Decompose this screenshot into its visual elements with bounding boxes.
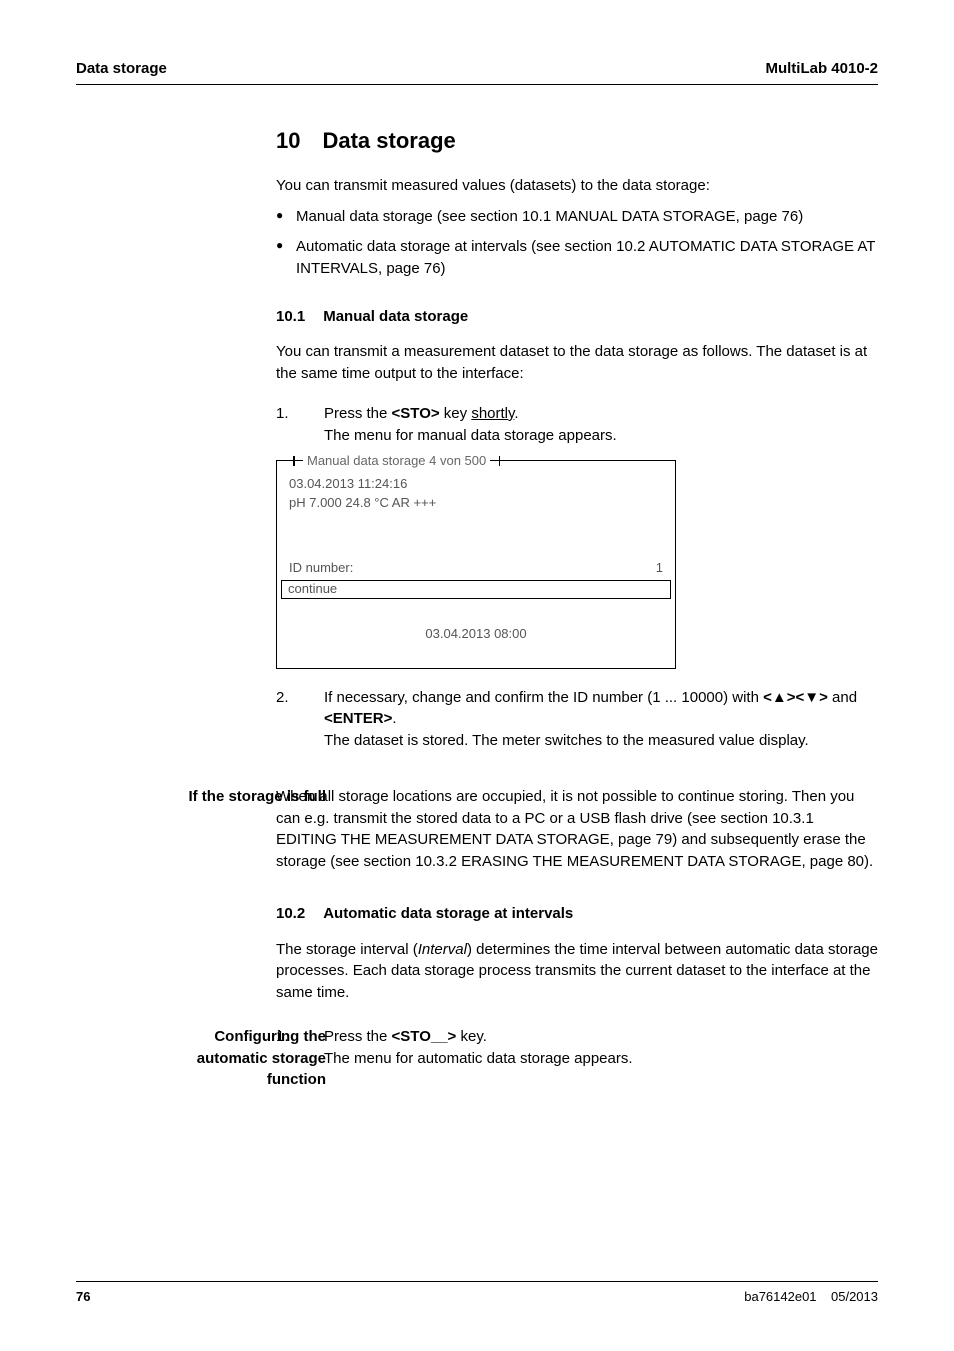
page-number: 76: [76, 1288, 90, 1307]
footer-rule: [76, 1281, 878, 1282]
device-title: Manual data storage 4 von 500: [303, 452, 490, 471]
step-number: 2.: [276, 687, 324, 752]
header-right: MultiLab 4010-2: [765, 58, 878, 80]
section-title: Manual data storage: [323, 308, 468, 325]
key-arrows: <▲><▼>: [763, 689, 828, 706]
section-10-2-heading: 10.2 Automatic data storage at intervals: [276, 903, 878, 925]
id-label: ID number:: [289, 559, 353, 578]
section-para: The storage interval (Interval) determin…: [276, 939, 878, 1004]
device-line-timestamp: 03.04.2013 11:24:16: [289, 475, 663, 494]
bullet-item: Automatic data storage at intervals (see…: [276, 236, 878, 280]
key-enter: <ENTER>: [324, 710, 392, 727]
step-body: If necessary, change and confirm the ID …: [324, 687, 878, 752]
header-left: Data storage: [76, 58, 167, 80]
bullet-list: Manual data storage (see section 10.1 MA…: [276, 206, 878, 279]
side-label-storage-full: If the storage is full: [152, 786, 338, 808]
step-1-auto: 1. Press the <STO__> key. The menu for a…: [276, 1026, 878, 1070]
step-number: 1.: [276, 403, 324, 447]
continue-row: continue: [281, 580, 671, 599]
step-1: 1. Press the <STO> key shortly. The menu…: [276, 403, 878, 447]
side-label-configuring: Configuring the automatic storage functi…: [152, 1026, 338, 1091]
chapter-heading: 10 Data storage: [276, 125, 878, 157]
device-footer-timestamp: 03.04.2013 08:00: [277, 625, 675, 644]
section-title: Automatic data storage at intervals: [323, 905, 573, 922]
key-sto: <STO>: [392, 405, 440, 422]
intro-text: You can transmit measured values (datase…: [276, 175, 878, 197]
id-value: 1: [656, 559, 663, 578]
page-footer: 76 ba76142e01 05/2013: [76, 1281, 878, 1307]
chapter-title: Data storage: [322, 128, 455, 153]
section-para: You can transmit a measurement dataset t…: [276, 341, 878, 385]
step-body: Press the <STO__> key. The menu for auto…: [324, 1026, 878, 1070]
key-sto-long: <STO__>: [392, 1028, 457, 1045]
section-number: 10.2: [276, 903, 305, 925]
header-rule: [76, 84, 878, 85]
step-2: 2. If necessary, change and confirm the …: [276, 687, 878, 752]
page-header: Data storage MultiLab 4010-2: [76, 58, 878, 80]
section-10-1-heading: 10.1 Manual data storage: [276, 306, 878, 328]
section-number: 10.1: [276, 306, 305, 328]
footer-right: ba76142e01 05/2013: [744, 1288, 878, 1307]
chapter-number: 10: [276, 125, 300, 157]
step-body: Press the <STO> key shortly. The menu fo…: [324, 403, 878, 447]
interval-italic: Interval: [418, 941, 467, 958]
device-line-reading: pH 7.000 24.8 °C AR +++: [289, 494, 663, 513]
storage-full-para: When all storage locations are occupied,…: [276, 786, 878, 873]
device-screen: Manual data storage 4 von 500 03.04.2013…: [276, 460, 676, 668]
bullet-item: Manual data storage (see section 10.1 MA…: [276, 206, 878, 228]
